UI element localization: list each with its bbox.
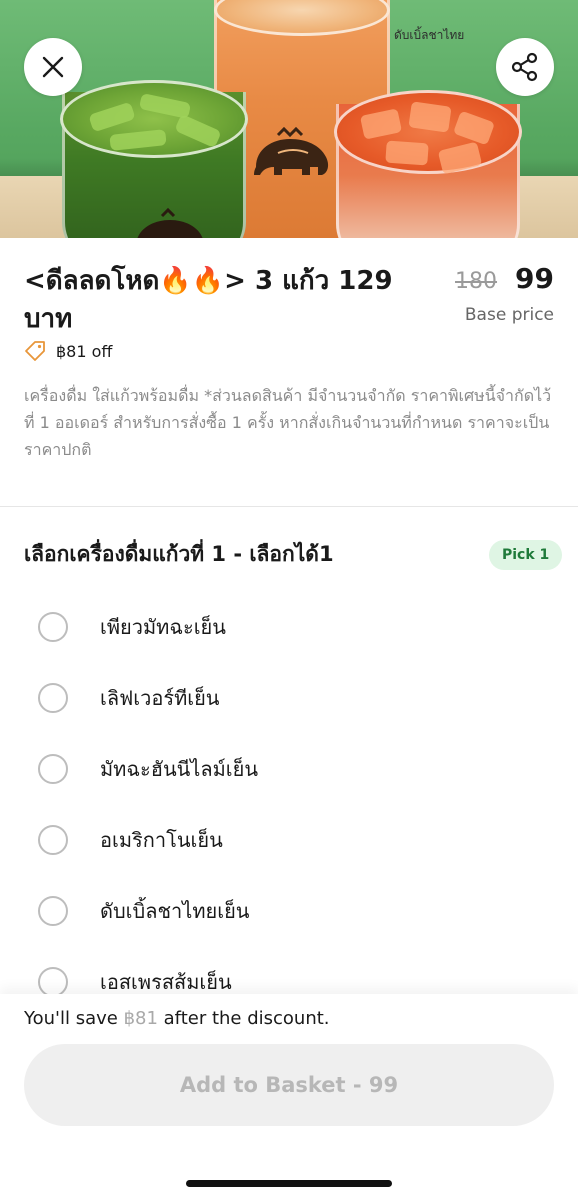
radio-unselected-icon[interactable] bbox=[38, 683, 68, 713]
ice-cube bbox=[408, 101, 452, 133]
radio-unselected-icon[interactable] bbox=[38, 612, 68, 642]
hero-brand-text: ดับเบิ้ลชาไทย bbox=[394, 28, 465, 42]
product-hero-image: ดับเบิ้ลชาไทย bbox=[0, 0, 578, 238]
close-button[interactable] bbox=[24, 38, 82, 96]
price-block: 180 99 Base price bbox=[455, 262, 554, 325]
close-icon bbox=[42, 56, 64, 78]
savings-suffix: after the discount. bbox=[157, 1008, 330, 1029]
radio-unselected-icon[interactable] bbox=[38, 967, 68, 997]
brand-logo-secondary bbox=[126, 206, 216, 238]
option-item[interactable]: อเมริกาโนเย็น bbox=[0, 805, 578, 875]
option-label: เลิฟเวอร์ทีเย็น bbox=[100, 686, 220, 710]
product-description: เครื่องดื่ม ใส่แก้วพร้อมดื่ม *ส่วนลดสินค… bbox=[24, 386, 552, 459]
option-label: ดับเบิ้ลชาไทยเย็น bbox=[100, 899, 250, 923]
option-item[interactable]: มัทฉะฮันนีไลม์เย็น bbox=[0, 734, 578, 804]
home-indicator bbox=[186, 1180, 392, 1187]
savings-message: You'll save ฿81 after the discount. bbox=[24, 1008, 330, 1029]
option-item[interactable]: ดับเบิ้ลชาไทยเย็น bbox=[0, 876, 578, 946]
base-price-label: Base price bbox=[464, 305, 554, 325]
savings-prefix: You'll save bbox=[24, 1008, 124, 1029]
option-label: อเมริกาโนเย็น bbox=[100, 828, 223, 852]
savings-amount: ฿81 bbox=[123, 1008, 158, 1029]
discount-text: ฿81 off bbox=[56, 341, 113, 361]
bottom-action-bar: You'll save ฿81 after the discount. Add … bbox=[0, 994, 578, 1200]
radio-unselected-icon[interactable] bbox=[38, 896, 68, 926]
price-row: 180 99 bbox=[455, 262, 554, 295]
radio-unselected-icon[interactable] bbox=[38, 754, 68, 784]
radio-unselected-icon[interactable] bbox=[38, 825, 68, 855]
option-label: เพียวมัทฉะเย็น bbox=[100, 615, 226, 639]
product-title: <ดีลลดโหด🔥🔥> 3 แก้ว 129 บาท bbox=[24, 266, 393, 334]
share-icon bbox=[511, 52, 538, 82]
ice-cube bbox=[385, 140, 429, 166]
option-item[interactable]: เพียวมัทฉะเย็น bbox=[0, 592, 578, 662]
pick-count-badge: Pick 1 bbox=[489, 540, 563, 570]
price-tag-icon bbox=[25, 341, 45, 361]
add-to-basket-button[interactable]: Add to Basket - 99 bbox=[24, 1044, 554, 1126]
option-group-title: เลือกเครื่องดื่มแก้วที่ 1 - เลือกได้1 bbox=[24, 542, 334, 566]
original-price: 180 bbox=[455, 269, 498, 294]
option-item[interactable]: เลิฟเวอร์ทีเย็น bbox=[0, 663, 578, 733]
option-label: มัทฉะฮันนีไลม์เย็น bbox=[100, 757, 259, 781]
brand-elephant-logo bbox=[246, 126, 340, 182]
current-price: 99 bbox=[515, 262, 554, 295]
discount-info: ฿81 off bbox=[24, 340, 112, 362]
share-button[interactable] bbox=[496, 38, 554, 96]
section-divider bbox=[0, 506, 578, 507]
